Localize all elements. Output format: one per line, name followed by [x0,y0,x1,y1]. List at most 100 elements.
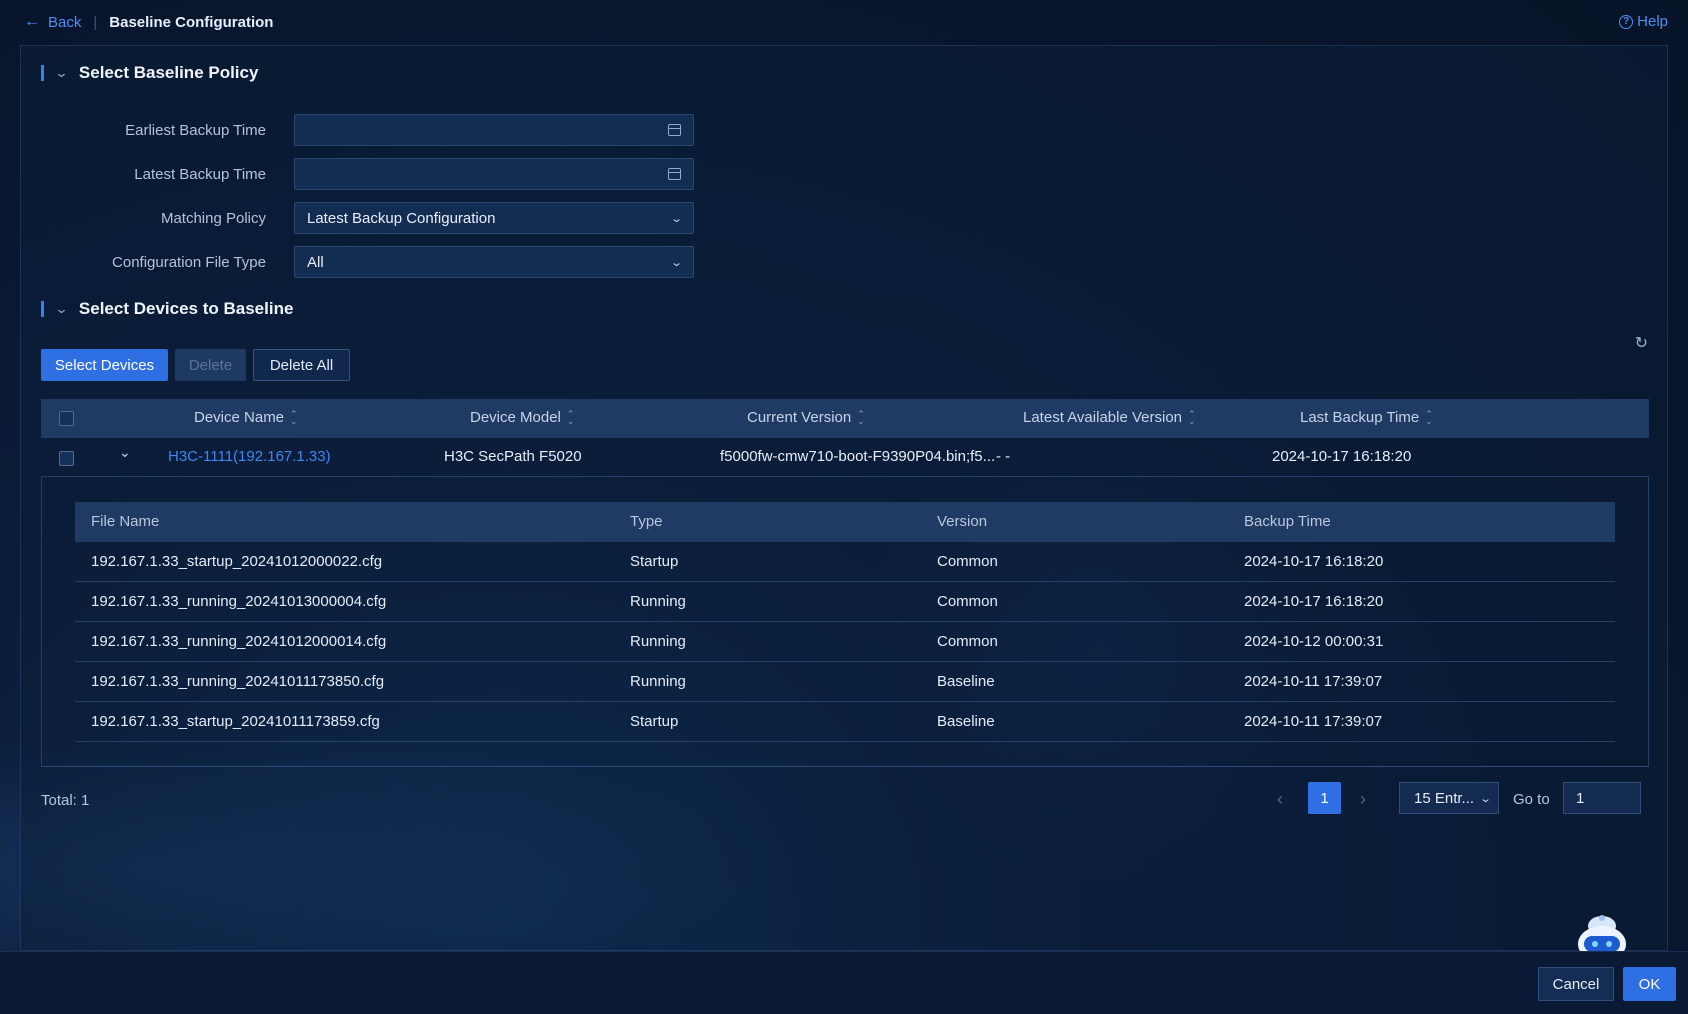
column-latest-available-version-label: Latest Available Version [1023,409,1183,426]
sort-icon[interactable]: ⌃ ⌄ [567,409,575,425]
column-device-name-label: Device Name [194,409,285,426]
table-row: 192.167.1.33_running_20241011173850.cfg … [75,662,1615,702]
chevron-down-icon[interactable]: ⌄ [54,301,68,317]
file-version-cell: Baseline [937,673,995,690]
column-type: Type [630,513,663,530]
current-version-cell: f5000fw-cmw710-boot-F9390P04.bin;f5... [720,448,996,465]
file-name-cell: 192.167.1.33_running_20241013000004.cfg [91,593,387,610]
file-name-cell: 192.167.1.33_startup_20241012000022.cfg [91,553,383,570]
last-backup-time-cell: 2024-10-17 16:18:20 [1272,448,1412,465]
calendar-icon[interactable] [668,124,681,136]
help-label: Help [1637,13,1668,30]
column-version: Version [937,513,988,530]
column-last-backup-time-label: Last Backup Time [1300,409,1420,426]
latest-available-version-cell: - - [996,448,1011,465]
expanded-row-panel: File Name Type Version Backup Time 192.1… [41,477,1649,767]
prev-page-icon[interactable]: ‹ [1277,789,1283,810]
sort-icon[interactable]: ⌃ ⌄ [290,409,298,425]
calendar-icon[interactable] [668,168,681,180]
config-file-type-select[interactable]: All ⌄ [294,246,694,278]
policy-section-header[interactable]: ⌄ Select Baseline Policy [41,63,258,83]
column-device-name[interactable]: Device Name ⌃ ⌄ [194,409,298,426]
latest-backup-input[interactable] [294,158,694,190]
file-version-cell: Common [937,593,998,610]
help-link[interactable]: ? Help [1619,13,1668,30]
latest-backup-label: Latest Backup Time [134,165,266,183]
file-type-cell: Startup [630,713,679,730]
column-device-model-label: Device Model [470,409,561,426]
sort-icon[interactable]: ⌃ ⌄ [857,409,865,425]
device-model-cell: H3C SecPath F5020 [444,448,582,465]
matching-policy-label: Matching Policy [160,209,266,227]
file-name-cell: 192.167.1.33_running_20241012000014.cfg [91,633,387,650]
row-checkbox[interactable] [59,451,74,466]
question-icon: ? [1619,14,1634,29]
table-row: 192.167.1.33_startup_20241011173859.cfg … [75,702,1615,742]
file-backup-time-cell: 2024-10-17 16:18:20 [1244,553,1384,570]
file-backup-time-cell: 2024-10-11 17:39:07 [1244,673,1383,690]
chevron-down-icon: ⌄ [669,212,683,225]
matching-policy-value: Latest Backup Configuration [307,209,496,227]
total-count: Total: 1 [41,792,90,809]
refresh-icon[interactable]: ↻ [1635,333,1648,353]
page-size-value: 15 Entr... [1414,789,1475,807]
arrow-left-icon: ← [24,13,40,30]
file-type-cell: Running [630,633,686,650]
main-panel: ⌄ Select Baseline Policy Earliest Backup… [20,45,1668,988]
earliest-backup-input[interactable] [294,114,694,146]
ok-button[interactable]: OK [1623,967,1676,1001]
footer-bar: Cancel OK [0,951,1688,1014]
earliest-backup-label: Earliest Backup Time [125,121,266,139]
column-last-backup-time[interactable]: Last Backup Time ⌃ ⌄ [1300,409,1433,426]
column-device-model[interactable]: Device Model ⌃ ⌄ [470,409,574,426]
breadcrumb-separator: | [93,13,98,31]
file-type-cell: Startup [630,553,679,570]
delete-all-button[interactable]: Delete All [253,349,350,381]
table-row: 192.167.1.33_running_20241013000004.cfg … [75,582,1615,622]
policy-section-title: Select Baseline Policy [78,63,259,82]
delete-button[interactable]: Delete [175,349,246,381]
page-title: Baseline Configuration [109,13,274,31]
table-row[interactable]: ⌄ H3C-1111(192.167.1.33) H3C SecPath F50… [41,438,1649,477]
column-backup-time: Backup Time [1244,513,1331,530]
back-label: Back [48,13,82,31]
config-file-type-label: Configuration File Type [112,253,266,271]
page-size-select[interactable]: 15 Entr... ⌄ [1399,782,1499,814]
next-page-icon[interactable]: › [1360,789,1366,810]
matching-policy-select[interactable]: Latest Backup Configuration ⌄ [294,202,694,234]
select-all-checkbox[interactable] [59,411,74,426]
earliest-backup-row: Earliest Backup Time [41,114,694,146]
column-latest-available-version[interactable]: Latest Available Version ⌃ ⌄ [1023,409,1196,426]
back-button[interactable]: ← Back [24,13,81,31]
file-table-header: File Name Type Version Backup Time [75,502,1615,542]
page-number-button[interactable]: 1 [1308,782,1341,814]
section-accent-bar [41,65,44,81]
cancel-button[interactable]: Cancel [1538,967,1614,1001]
sort-icon[interactable]: ⌃ ⌄ [1425,409,1433,425]
select-devices-button[interactable]: Select Devices [41,349,168,381]
file-table: File Name Type Version Backup Time 192.1… [75,502,1615,742]
file-type-cell: Running [630,593,686,610]
devices-section-title: Select Devices to Baseline [78,299,294,318]
device-name-link[interactable]: H3C-1111(192.167.1.33) [168,448,331,465]
sort-icon[interactable]: ⌃ ⌄ [1188,409,1196,425]
config-file-type-row: Configuration File Type All ⌄ [41,246,694,278]
file-backup-time-cell: 2024-10-11 17:39:07 [1244,713,1383,730]
section-accent-bar [41,301,44,317]
top-bar: ← Back | Baseline Configuration ? Help [0,0,1688,44]
config-file-type-value: All [307,253,324,271]
latest-backup-row: Latest Backup Time [41,158,694,190]
chevron-down-icon[interactable]: ⌄ [54,65,68,81]
file-type-cell: Running [630,673,686,690]
devices-section-header[interactable]: ⌄ Select Devices to Baseline [41,299,293,319]
file-version-cell: Baseline [937,713,995,730]
column-current-version[interactable]: Current Version ⌃ ⌄ [747,409,865,426]
file-name-cell: 192.167.1.33_startup_20241011173859.cfg [91,713,380,730]
goto-page-input[interactable]: 1 [1563,782,1641,814]
file-version-cell: Common [937,553,998,570]
file-name-cell: 192.167.1.33_running_20241011173850.cfg [91,673,385,690]
goto-label: Go to [1513,791,1550,808]
expand-chevron-icon[interactable]: ⌄ [119,444,131,461]
chevron-down-icon: ⌄ [1478,792,1492,805]
table-row: 192.167.1.33_startup_20241012000022.cfg … [75,542,1615,582]
